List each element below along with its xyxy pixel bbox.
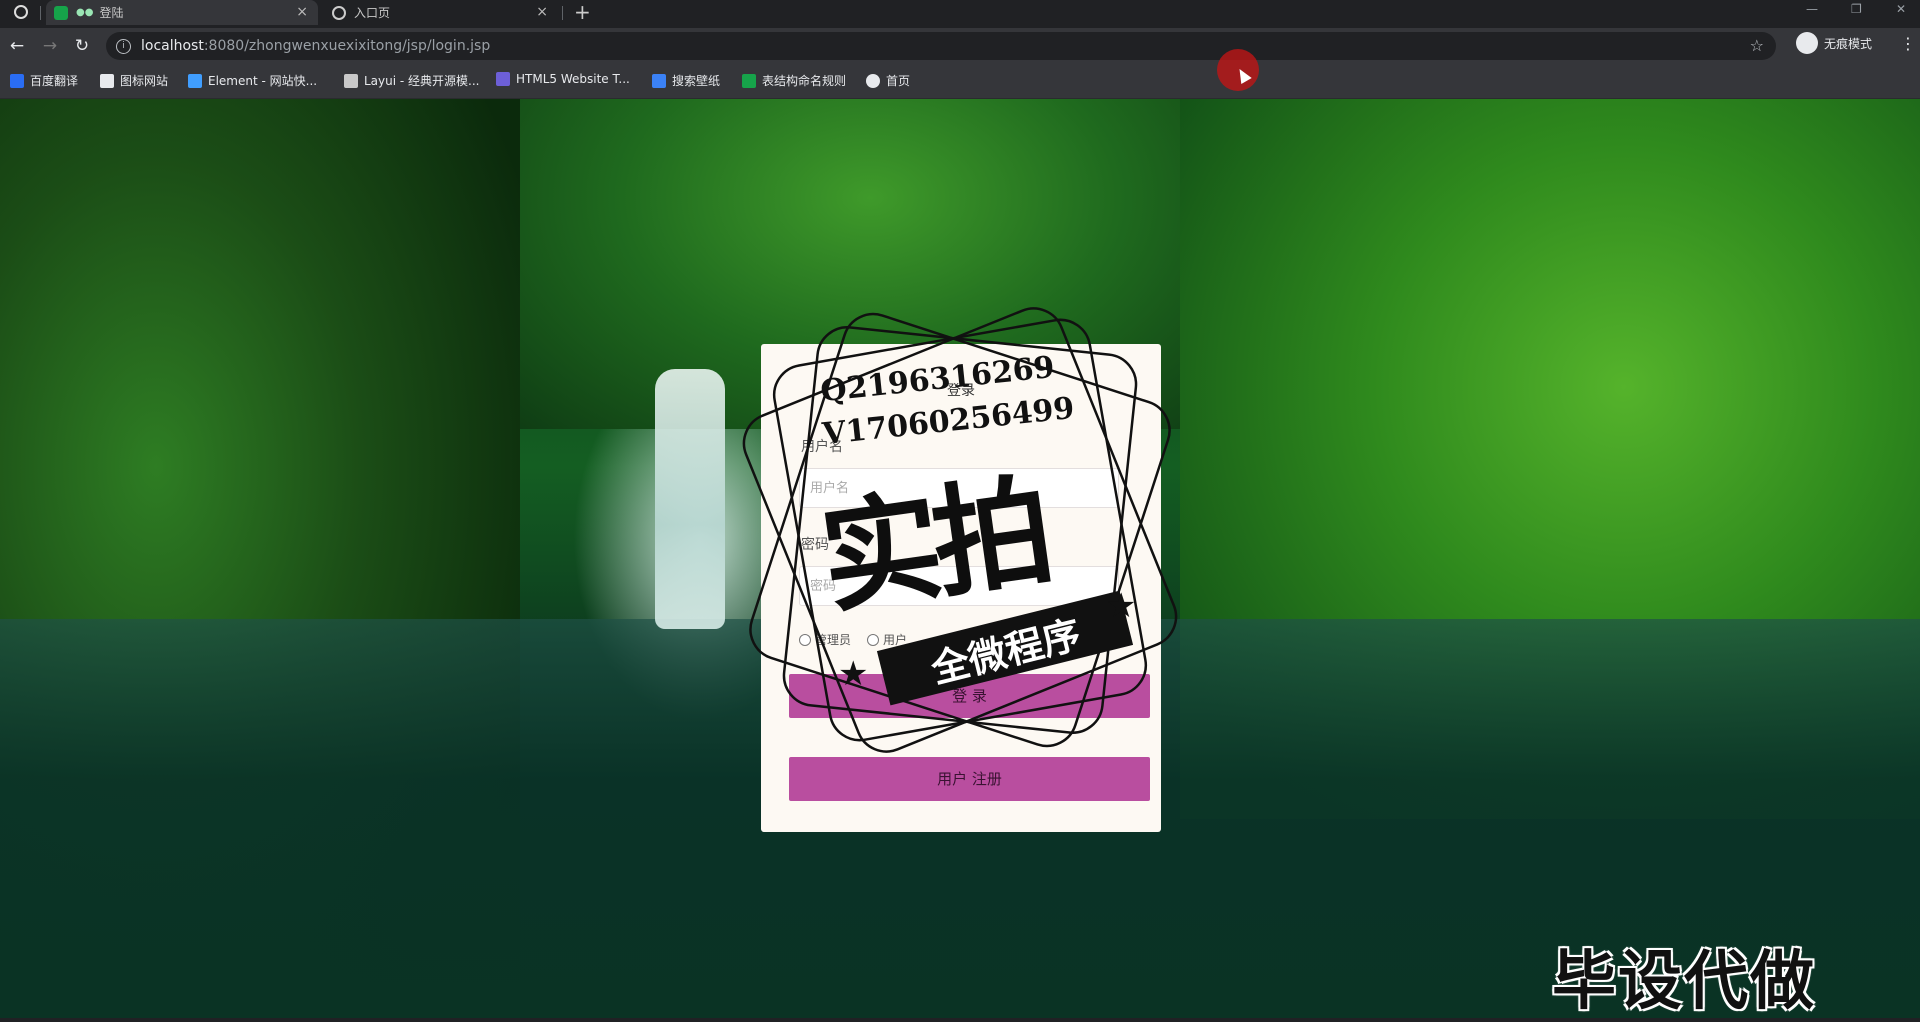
browser-globe-icon[interactable]	[14, 5, 28, 19]
bookmark-icon-site[interactable]: 图标网站	[100, 72, 168, 89]
star-icon: ★	[1106, 586, 1137, 626]
browser-menu-icon[interactable]: ⋮	[1900, 34, 1916, 53]
tab-separator	[40, 6, 41, 20]
tab-login[interactable]: ●● 登陆 ×	[46, 0, 318, 25]
bookmark-label: 图标网站	[120, 74, 169, 88]
reload-icon[interactable]: ↻	[70, 34, 94, 58]
background-waterfall	[655, 369, 725, 629]
register-button[interactable]: 用户 注册	[789, 757, 1150, 801]
corner-watermark: 毕设代做	[1552, 945, 1816, 1019]
tab-separator	[562, 6, 563, 20]
bookmark-label: HTML5 Website T...	[516, 72, 630, 86]
browser-tab-bar: ●● 登陆 × 入口页 × + — ❐ ✕	[0, 0, 1920, 28]
url-path: :8080/zhongwenxuexixitong/jsp/login.jsp	[203, 38, 491, 54]
bookmark-home[interactable]: 首页	[866, 72, 910, 89]
bookmark-wallpaper[interactable]: 搜索壁纸	[652, 72, 720, 89]
html5-icon	[496, 72, 510, 86]
baidu-translate-icon	[10, 73, 24, 88]
bookmark-label: 表结构命名规则	[762, 74, 847, 88]
site-info-icon[interactable]: i	[116, 38, 131, 54]
tab-close-icon[interactable]: ×	[296, 4, 308, 20]
back-arrow-icon[interactable]: ←	[5, 34, 29, 58]
bookmark-label: 首页	[886, 74, 911, 88]
tab-title: 登陆	[99, 6, 124, 20]
bookmark-layui[interactable]: Layui - 经典开源模...	[344, 72, 479, 89]
tab-entry[interactable]: 入口页 ×	[322, 0, 558, 25]
address-bar[interactable]: i localhost:8080/zhongwenxuexixitong/jsp…	[106, 32, 1776, 60]
bookmark-baidu-translate[interactable]: 百度翻译	[10, 72, 78, 89]
tab-close-icon[interactable]: ×	[536, 4, 548, 20]
bookmark-html5[interactable]: HTML5 Website T...	[496, 72, 630, 86]
flag-icon	[100, 73, 114, 88]
minimize-icon[interactable]: —	[1806, 0, 1818, 18]
bookmark-label: Element - 网站快...	[208, 74, 318, 88]
new-tab-button[interactable]: +	[574, 0, 591, 24]
url-host: localhost	[141, 38, 204, 54]
incognito-icon	[1796, 32, 1818, 54]
element-icon	[188, 73, 202, 88]
sheet-icon	[742, 73, 756, 88]
forward-arrow-icon[interactable]: →	[38, 34, 62, 58]
watermark-big-text: 实拍	[813, 461, 1055, 631]
bookmark-label: 搜索壁纸	[672, 74, 721, 88]
wallpaper-icon	[652, 73, 666, 88]
restore-icon[interactable]: ❐	[1851, 0, 1862, 18]
close-window-icon[interactable]: ✕	[1896, 0, 1906, 18]
incognito-profile[interactable]: 无痕模式	[1796, 32, 1872, 54]
globe-icon	[866, 73, 880, 88]
bookmark-table-naming[interactable]: 表结构命名规则	[742, 72, 846, 89]
bookmark-element[interactable]: Element - 网站快...	[188, 72, 317, 89]
layui-icon	[344, 73, 358, 88]
radio-circle-icon	[799, 633, 811, 646]
globe-icon	[332, 5, 346, 20]
bookmark-star-icon[interactable]: ☆	[1750, 36, 1764, 55]
bookmarks-bar: 百度翻译 图标网站 Element - 网站快... Layui - 经典开源模…	[0, 64, 1920, 99]
browser-toolbar: ← → ↻ i localhost:8080/zhongwenxuexixito…	[0, 28, 1920, 64]
incognito-label: 无痕模式	[1824, 36, 1873, 51]
bookmark-label: Layui - 经典开源模...	[364, 74, 480, 88]
radio-circle-icon	[867, 633, 880, 646]
tab-title: 入口页	[354, 6, 391, 20]
bookmark-label: 百度翻译	[30, 74, 79, 88]
login-favicon-icon	[54, 5, 68, 20]
tab-dots-icon: ●●	[76, 7, 94, 18]
star-icon: ★	[838, 654, 869, 694]
